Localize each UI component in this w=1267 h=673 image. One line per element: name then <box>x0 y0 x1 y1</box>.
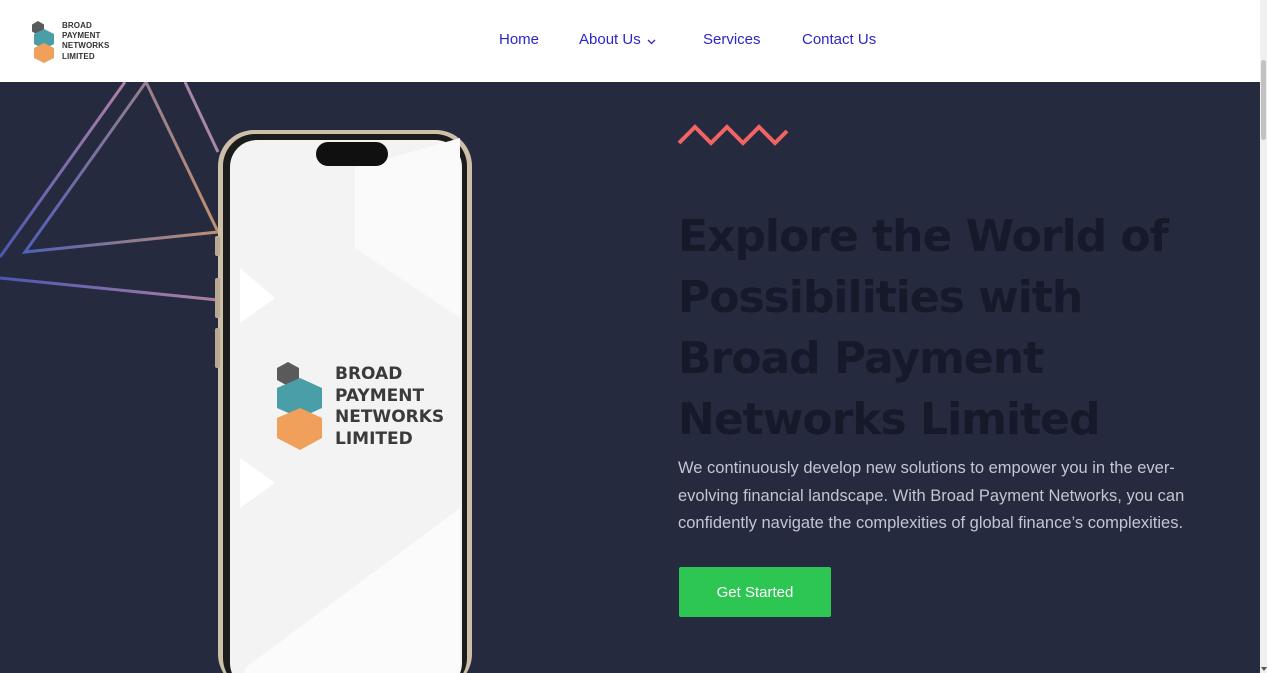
nav-home-link[interactable]: Home <box>499 31 539 48</box>
zigzag-decoration <box>677 124 789 146</box>
site-header: BROAD PAYMENT NETWORKS LIMITED Home Abou… <box>0 0 1260 82</box>
decorative-triangles <box>0 82 221 302</box>
nav-about-label: About Us <box>579 31 641 48</box>
nav-services-link[interactable]: Services <box>703 31 761 48</box>
page-scrollbar[interactable] <box>1260 0 1267 673</box>
get-started-button[interactable]: Get Started <box>679 567 831 617</box>
hero-title: Explore the World of Possibilities with … <box>678 211 1169 445</box>
scrollbar-thumb[interactable] <box>1261 60 1266 140</box>
hero-description: We continuously develop new solutions to… <box>678 459 1185 532</box>
nav-contact-link[interactable]: Contact Us <box>802 31 876 48</box>
chevron-down-icon <box>647 32 656 49</box>
main-nav: Home About Us Services Contact Us <box>0 31 1260 51</box>
nav-about-link[interactable]: About Us <box>579 31 656 49</box>
phone-mockup: BROAD PAYMENT NETWORKS LIMITED <box>215 128 475 673</box>
scroll-down-arrow-icon[interactable] <box>1261 667 1267 671</box>
phone-logo-text: BROAD PAYMENT NETWORKS LIMITED <box>335 364 445 449</box>
